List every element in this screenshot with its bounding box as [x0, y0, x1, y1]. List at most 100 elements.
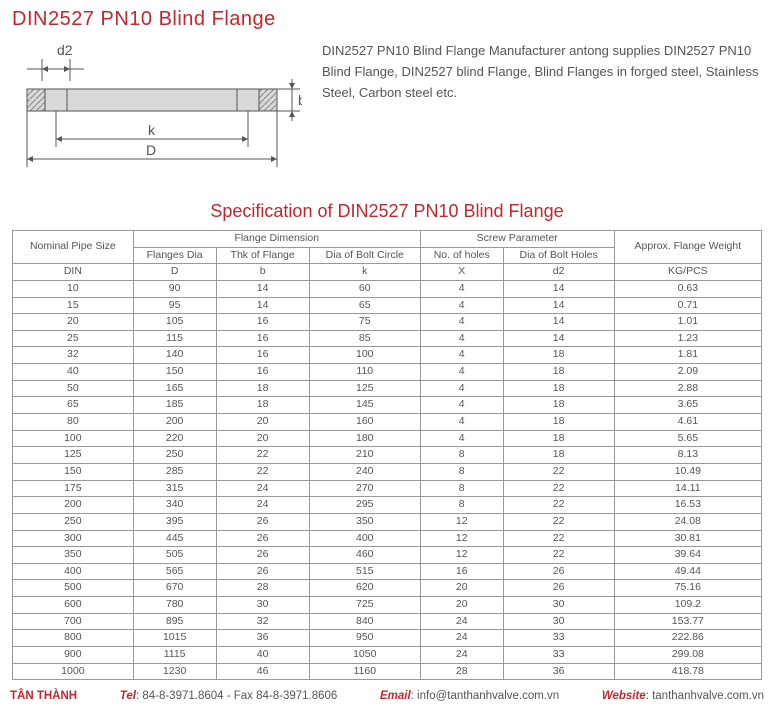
cell-d2: 14: [503, 314, 614, 331]
footer-tel: Tel: 84-8-3971.8604 - Fax 84-8-3971.8606: [120, 690, 338, 702]
cell-b: 32: [216, 613, 309, 630]
cell-din: 25: [13, 330, 134, 347]
cell-k: 620: [309, 580, 420, 597]
th-bolt-holes: Dia of Bolt Holes: [503, 247, 614, 264]
cell-kg: 10.49: [614, 463, 761, 480]
cell-d2: 18: [503, 414, 614, 431]
cell-k: 125: [309, 380, 420, 397]
footer-web: Website: tanthanhvalve.com.vn: [602, 690, 764, 702]
cell-k: 295: [309, 497, 420, 514]
cell-b: 20: [216, 414, 309, 431]
cell-kg: 0.63: [614, 280, 761, 297]
cell-b: 24: [216, 480, 309, 497]
cell-din: 175: [13, 480, 134, 497]
cell-X: 24: [420, 630, 503, 647]
cell-din: 32: [13, 347, 134, 364]
cell-X: 20: [420, 580, 503, 597]
cell-D: 395: [133, 513, 216, 530]
cell-D: 895: [133, 613, 216, 630]
cell-k: 950: [309, 630, 420, 647]
cell-D: 780: [133, 597, 216, 614]
cell-d2: 14: [503, 297, 614, 314]
table-row: 2003402429582216.53: [13, 497, 762, 514]
cell-d2: 22: [503, 530, 614, 547]
cell-kg: 49.44: [614, 563, 761, 580]
cell-D: 185: [133, 397, 216, 414]
cell-k: 1050: [309, 647, 420, 664]
cell-kg: 2.09: [614, 364, 761, 381]
cell-d2: 22: [503, 513, 614, 530]
cell-X: 16: [420, 563, 503, 580]
cell-X: 4: [420, 430, 503, 447]
cell-b: 16: [216, 330, 309, 347]
cell-kg: 14.11: [614, 480, 761, 497]
th-holes: No. of holes: [420, 247, 503, 264]
th-X: X: [420, 264, 503, 281]
cell-X: 4: [420, 297, 503, 314]
cell-b: 26: [216, 513, 309, 530]
cell-din: 65: [13, 397, 134, 414]
cell-b: 26: [216, 563, 309, 580]
table-row: 32140161004181.81: [13, 347, 762, 364]
cell-k: 110: [309, 364, 420, 381]
cell-X: 12: [420, 547, 503, 564]
cell-d2: 33: [503, 630, 614, 647]
cell-d2: 36: [503, 663, 614, 680]
cell-din: 125: [13, 447, 134, 464]
th-thk: Thk of Flange: [216, 247, 309, 264]
cell-kg: 1.81: [614, 347, 761, 364]
cell-b: 30: [216, 597, 309, 614]
cell-k: 65: [309, 297, 420, 314]
cell-kg: 24.08: [614, 513, 761, 530]
flange-diagram: d2 b: [12, 39, 302, 189]
table-row: 40056526515162649.44: [13, 563, 762, 580]
cell-d2: 18: [503, 430, 614, 447]
cell-b: 20: [216, 430, 309, 447]
cell-din: 200: [13, 497, 134, 514]
cell-d2: 18: [503, 380, 614, 397]
cell-D: 150: [133, 364, 216, 381]
cell-k: 210: [309, 447, 420, 464]
b-label: b: [298, 92, 302, 108]
footer: TÂN THÀNH Tel: 84-8-3971.8604 - Fax 84-8…: [0, 684, 774, 706]
cell-D: 670: [133, 580, 216, 597]
cell-k: 270: [309, 480, 420, 497]
cell-k: 240: [309, 463, 420, 480]
table-row: 25039526350122224.08: [13, 513, 762, 530]
description-text: DIN2527 PN10 Blind Flange Manufacturer a…: [322, 39, 762, 103]
footer-brand: TÂN THÀNH: [10, 690, 77, 702]
cell-X: 4: [420, 364, 503, 381]
cell-b: 28: [216, 580, 309, 597]
d2-label: d2: [57, 42, 73, 58]
cell-kg: 1.23: [614, 330, 761, 347]
footer-email: Email: info@tanthanhvalve.com.vn: [380, 690, 559, 702]
cell-b: 16: [216, 364, 309, 381]
cell-d2: 33: [503, 647, 614, 664]
cell-X: 20: [420, 597, 503, 614]
table-row: 700895328402430153.77: [13, 613, 762, 630]
th-flanges-dia: Flanges Dia: [133, 247, 216, 264]
cell-D: 140: [133, 347, 216, 364]
cell-d2: 14: [503, 330, 614, 347]
cell-din: 10: [13, 280, 134, 297]
cell-kg: 39.64: [614, 547, 761, 564]
table-row: 100220201804185.65: [13, 430, 762, 447]
cell-D: 250: [133, 447, 216, 464]
cell-D: 90: [133, 280, 216, 297]
table-row: 50165181254182.88: [13, 380, 762, 397]
cell-X: 4: [420, 330, 503, 347]
cell-d2: 22: [503, 463, 614, 480]
cell-din: 700: [13, 613, 134, 630]
cell-b: 36: [216, 630, 309, 647]
cell-kg: 75.16: [614, 580, 761, 597]
cell-X: 8: [420, 497, 503, 514]
cell-D: 95: [133, 297, 216, 314]
cell-kg: 2.88: [614, 380, 761, 397]
th-d2: d2: [503, 264, 614, 281]
cell-din: 15: [13, 297, 134, 314]
cell-X: 24: [420, 647, 503, 664]
th-bolt-circle: Dia of Bolt Circle: [309, 247, 420, 264]
cell-X: 8: [420, 447, 503, 464]
cell-b: 22: [216, 447, 309, 464]
cell-k: 840: [309, 613, 420, 630]
